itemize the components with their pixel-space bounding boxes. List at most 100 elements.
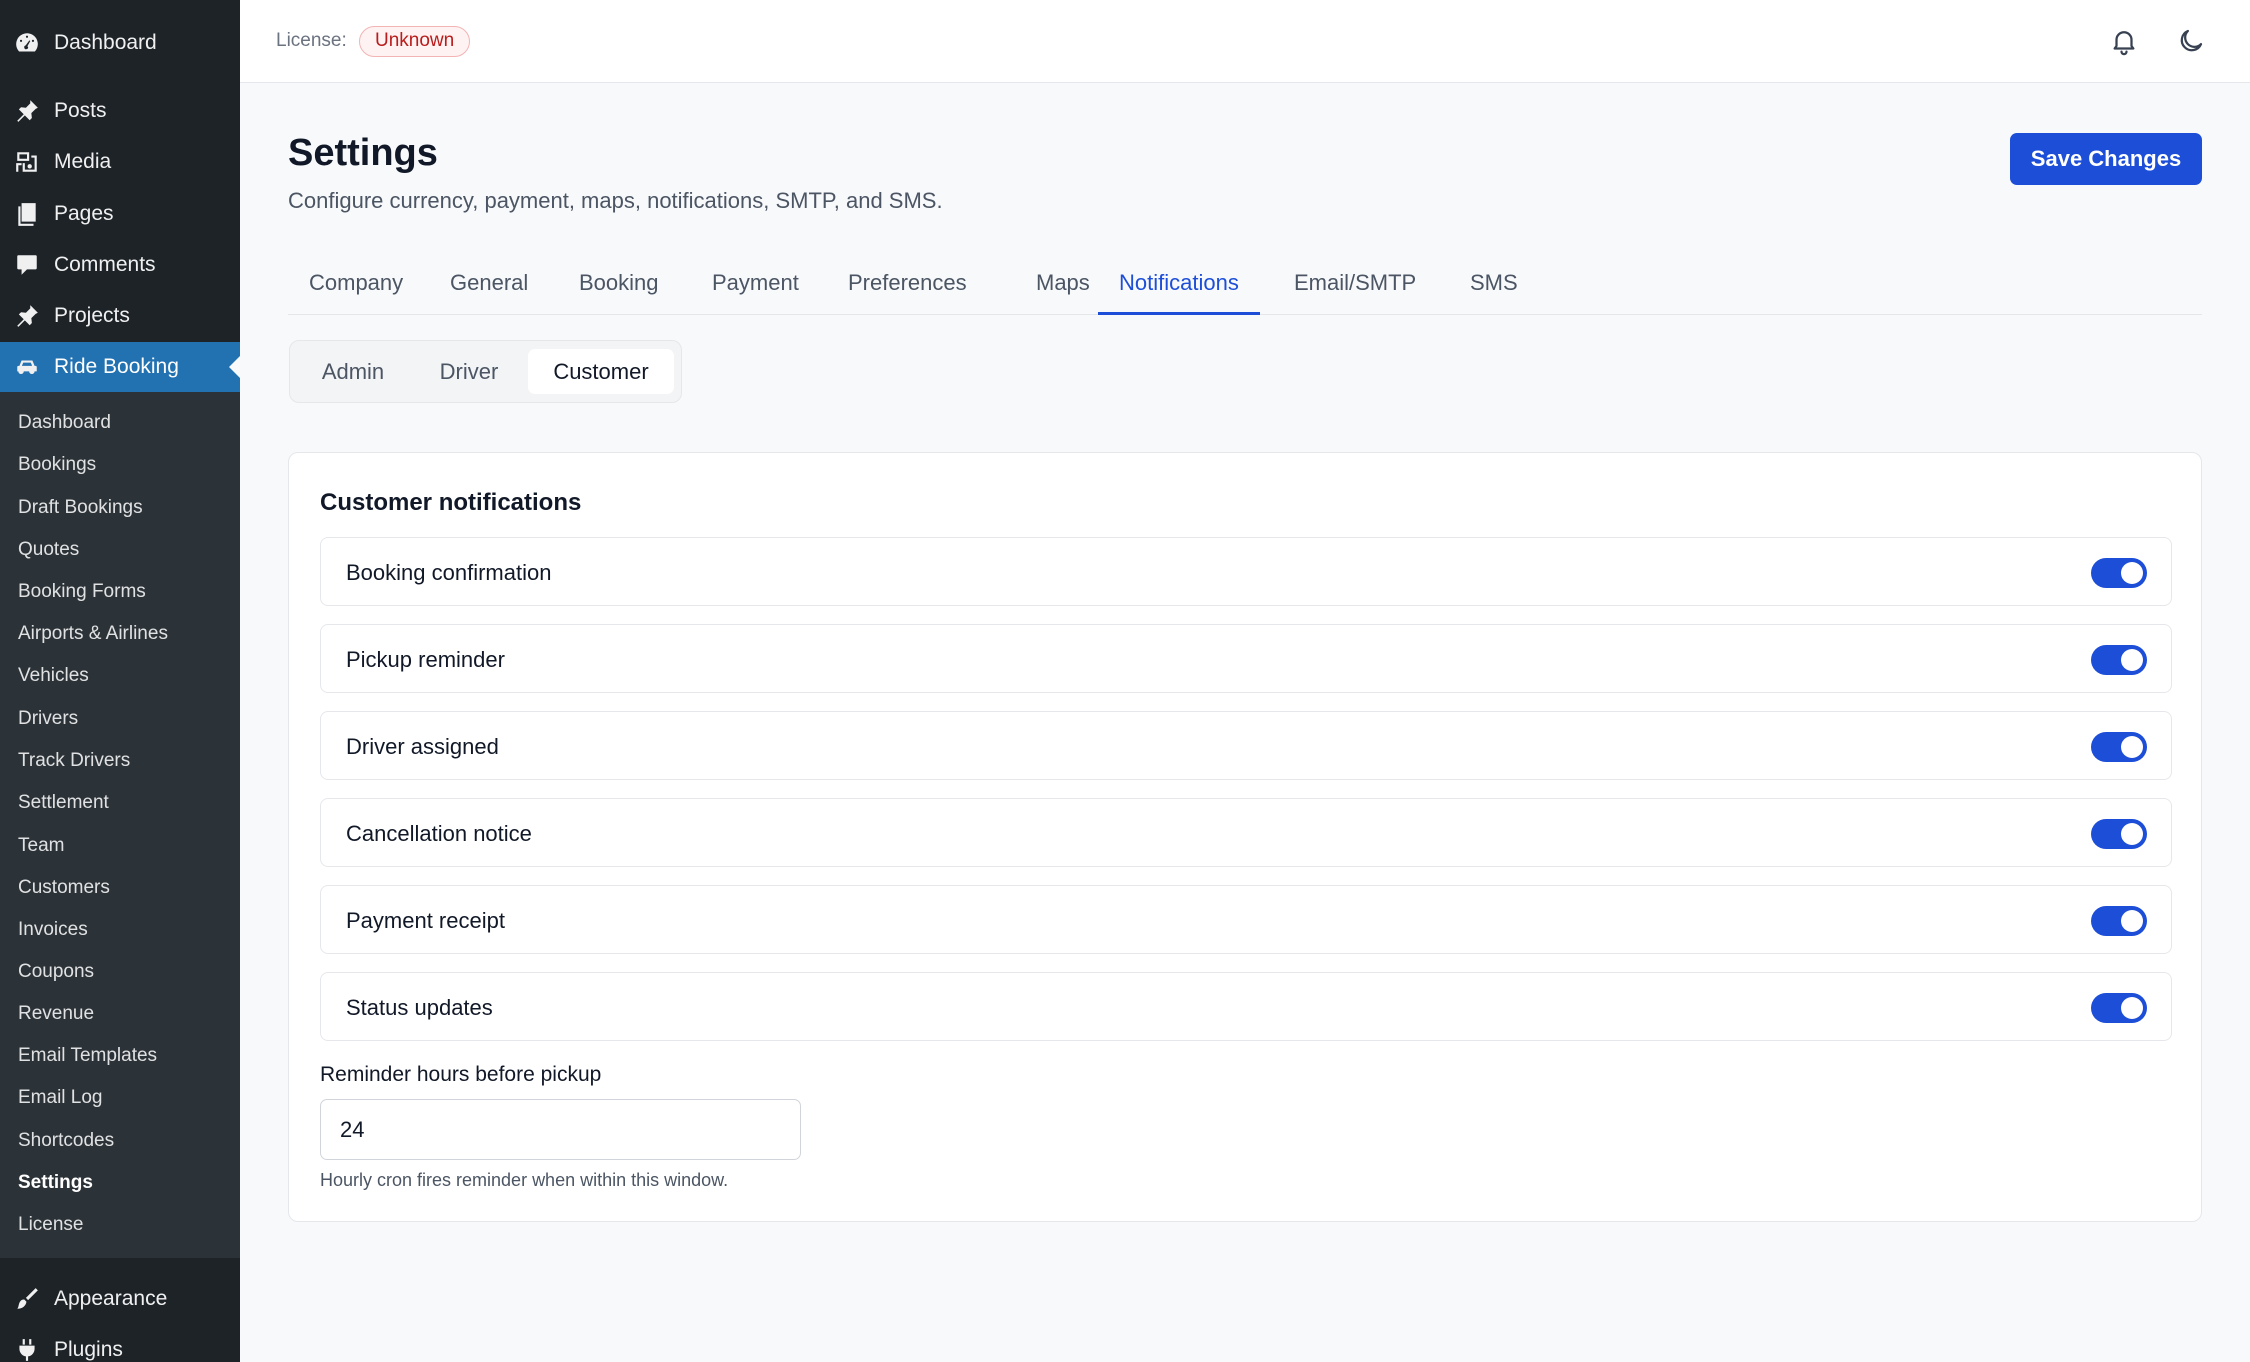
submenu-item-settlement[interactable]: Settlement [18, 792, 109, 814]
toggle-knob [2121, 997, 2143, 1019]
submenu-item-coupons[interactable]: Coupons [18, 961, 94, 983]
sidebar-item-label: Appearance [54, 1287, 168, 1310]
submenu-item-bookings[interactable]: Bookings [18, 454, 96, 476]
submenu-item-booking-forms[interactable]: Booking Forms [18, 581, 146, 603]
tab-sms[interactable]: SMS [1449, 255, 1539, 315]
pushpin-icon [13, 302, 41, 330]
top-bar: License: Unknown [240, 0, 2250, 83]
sidebar-item-label: Plugins [54, 1338, 123, 1361]
tab-maps[interactable]: Maps [1015, 255, 1111, 315]
plug-icon [13, 1336, 41, 1362]
notification-row-status-updates: Status updates [320, 972, 2172, 1041]
submenu-item-customers[interactable]: Customers [18, 877, 110, 899]
settings-tabs: Company General Booking Payment Preferen… [288, 255, 2202, 315]
notification-row-driver-assigned: Driver assigned [320, 711, 2172, 780]
sidebar-item-pages[interactable]: Pages [0, 189, 240, 239]
notification-row-booking-confirmation: Booking confirmation [320, 537, 2172, 606]
tab-notifications[interactable]: Notifications [1098, 255, 1260, 315]
tab-booking[interactable]: Booking [558, 255, 680, 315]
payment-receipt-toggle[interactable] [2091, 906, 2147, 936]
submenu-item-airports-airlines[interactable]: Airports & Airlines [18, 623, 168, 645]
submenu-item-email-log[interactable]: Email Log [18, 1087, 103, 1109]
toggle-knob [2121, 910, 2143, 932]
brush-icon [13, 1285, 41, 1313]
notification-row-payment-receipt: Payment receipt [320, 885, 2172, 954]
notification-label: Booking confirmation [346, 560, 552, 585]
sidebar-item-plugins[interactable]: Plugins [0, 1325, 240, 1362]
tab-email-smtp[interactable]: Email/SMTP [1273, 255, 1437, 315]
submenu-item-vehicles[interactable]: Vehicles [18, 665, 89, 687]
tab-company[interactable]: Company [288, 255, 424, 315]
notification-label: Status updates [346, 995, 493, 1020]
sidebar-item-label: Posts [54, 99, 107, 122]
status-updates-toggle[interactable] [2091, 993, 2147, 1023]
toggle-knob [2121, 823, 2143, 845]
admin-sidebar: Dashboard Posts Media Pages Comments Pro… [0, 0, 240, 1362]
license-status-badge: Unknown [359, 26, 471, 57]
submenu-item-revenue[interactable]: Revenue [18, 1003, 94, 1025]
sidebar-item-label: Comments [54, 253, 156, 276]
subtab-admin[interactable]: Admin [298, 349, 408, 394]
sidebar-item-posts[interactable]: Posts [0, 86, 240, 136]
sidebar-item-media[interactable]: Media [0, 137, 240, 187]
dashboard-icon [13, 29, 41, 57]
subtab-customer[interactable]: Customer [528, 349, 674, 394]
booking-confirmation-toggle[interactable] [2091, 558, 2147, 588]
page-title: Settings [288, 132, 438, 174]
submenu-item-drivers[interactable]: Drivers [18, 708, 78, 730]
sidebar-item-comments[interactable]: Comments [0, 240, 240, 290]
page-subtitle: Configure currency, payment, maps, notif… [288, 188, 943, 213]
submenu-item-quotes[interactable]: Quotes [18, 539, 79, 561]
pickup-reminder-toggle[interactable] [2091, 645, 2147, 675]
pages-icon [13, 200, 41, 228]
card-title: Customer notifications [320, 489, 582, 516]
sidebar-item-label: Media [54, 150, 112, 173]
notification-row-pickup-reminder: Pickup reminder [320, 624, 2172, 693]
media-icon [13, 148, 41, 176]
save-changes-button[interactable]: Save Changes [2010, 133, 2202, 185]
submenu-item-dashboard[interactable]: Dashboard [18, 412, 111, 434]
bell-icon[interactable] [2106, 23, 2142, 59]
toggle-knob [2121, 562, 2143, 584]
notification-row-cancellation-notice: Cancellation notice [320, 798, 2172, 867]
sidebar-item-projects[interactable]: Projects [0, 291, 240, 341]
recipient-subtabs: Admin Driver Customer [289, 340, 682, 403]
sidebar-item-dashboard[interactable]: Dashboard [0, 18, 240, 68]
notification-label: Payment receipt [346, 908, 505, 933]
comments-icon [13, 251, 41, 279]
sidebar-item-label: Dashboard [54, 31, 157, 54]
ride-booking-submenu: Dashboard Bookings Draft Bookings Quotes… [0, 392, 240, 1258]
notification-label: Cancellation notice [346, 821, 532, 846]
toggle-knob [2121, 649, 2143, 671]
reminder-hours-help: Hourly cron fires reminder when within t… [320, 1170, 729, 1190]
submenu-item-shortcodes[interactable]: Shortcodes [18, 1130, 114, 1152]
car-icon [13, 353, 41, 381]
submenu-item-license[interactable]: License [18, 1214, 84, 1236]
reminder-hours-input[interactable] [320, 1099, 801, 1160]
tab-preferences[interactable]: Preferences [827, 255, 988, 315]
submenu-item-track-drivers[interactable]: Track Drivers [18, 750, 130, 772]
notification-label: Driver assigned [346, 734, 499, 759]
notification-label: Pickup reminder [346, 647, 505, 672]
sidebar-item-label: Ride Booking [54, 355, 179, 378]
license-label: License: [276, 30, 347, 51]
pushpin-icon [13, 97, 41, 125]
sidebar-item-ride-booking[interactable]: Ride Booking [0, 342, 240, 392]
tab-payment[interactable]: Payment [691, 255, 820, 315]
subtab-driver[interactable]: Driver [414, 349, 524, 394]
sidebar-item-appearance[interactable]: Appearance [0, 1274, 240, 1324]
driver-assigned-toggle[interactable] [2091, 732, 2147, 762]
submenu-item-draft-bookings[interactable]: Draft Bookings [18, 497, 143, 519]
reminder-hours-label: Reminder hours before pickup [320, 1063, 602, 1086]
customer-notifications-card: Customer notifications Booking confirmat… [288, 452, 2202, 1222]
cancellation-notice-toggle[interactable] [2091, 819, 2147, 849]
submenu-item-email-templates[interactable]: Email Templates [18, 1045, 157, 1067]
tab-general[interactable]: General [429, 255, 549, 315]
submenu-item-settings[interactable]: Settings [18, 1172, 93, 1194]
sidebar-item-label: Pages [54, 202, 114, 225]
sidebar-item-label: Projects [54, 304, 130, 327]
toggle-knob [2121, 736, 2143, 758]
submenu-item-team[interactable]: Team [18, 835, 64, 857]
submenu-item-invoices[interactable]: Invoices [18, 919, 88, 941]
moon-icon[interactable] [2173, 23, 2209, 59]
